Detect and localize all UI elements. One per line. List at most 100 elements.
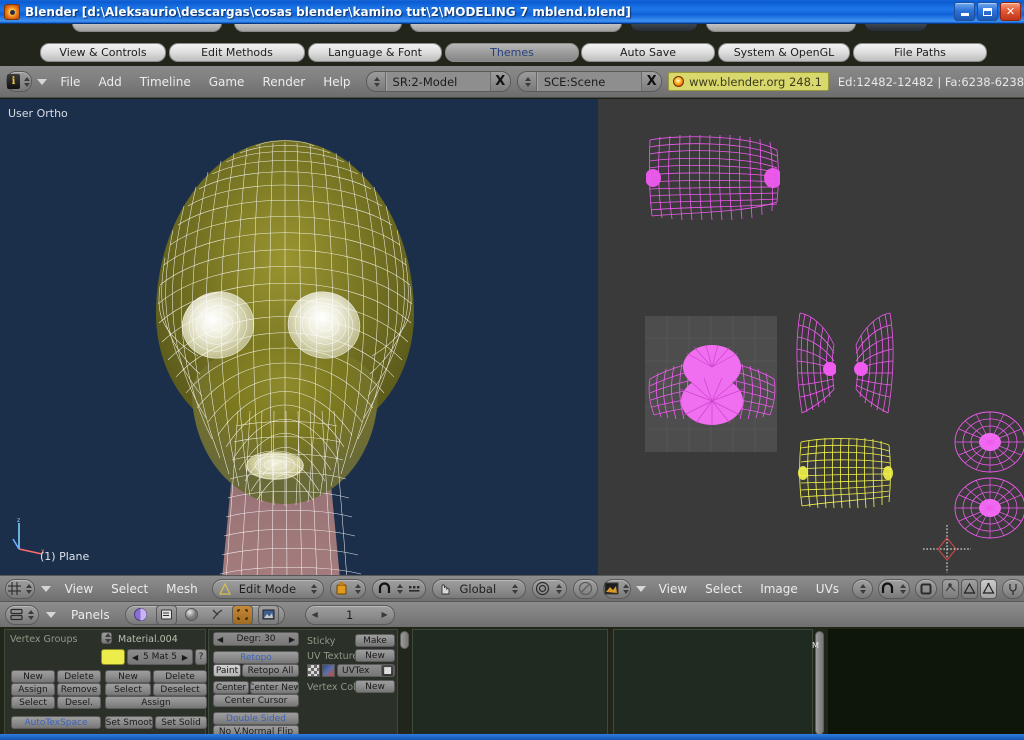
- uv-island-wing-right[interactable]: [854, 311, 896, 416]
- rotate-manipulator-icon[interactable]: [531, 578, 568, 599]
- tab-view-and-controls[interactable]: View & Controls: [40, 43, 166, 62]
- tab-auto-save[interactable]: Auto Save: [581, 43, 715, 62]
- uv-texture-new-button[interactable]: New: [355, 649, 395, 662]
- screen-selector[interactable]: SR:2-Model X: [365, 71, 511, 92]
- buttons-window-icon[interactable]: [5, 604, 39, 625]
- uv-vertex-select-icon[interactable]: [979, 578, 997, 599]
- vgroup-new-button[interactable]: New: [11, 670, 55, 683]
- uv-2d-cursor-icon[interactable]: [921, 523, 973, 575]
- set-solid-button[interactable]: Set Solid: [155, 716, 207, 729]
- uv-menu-select[interactable]: Select: [697, 578, 750, 600]
- physics-icon[interactable]: [207, 605, 228, 625]
- vertex-color-new-button[interactable]: New: [355, 680, 395, 693]
- sticky-make-button[interactable]: Make: [355, 634, 395, 647]
- uv-island-torso[interactable]: [646, 132, 780, 222]
- transform-orientation-selector[interactable]: Global: [432, 578, 526, 599]
- occlude-geometry-icon[interactable]: [573, 578, 598, 599]
- uv-menu-view[interactable]: View: [651, 578, 695, 600]
- uv-image-editor[interactable]: [598, 99, 1024, 575]
- material-icon[interactable]: [181, 605, 202, 625]
- material-help-button[interactable]: ?: [195, 649, 207, 665]
- center-button[interactable]: Center: [213, 681, 249, 694]
- tab-edit-methods[interactable]: Edit Methods: [169, 43, 305, 62]
- center-cursor-button[interactable]: Center Cursor: [213, 694, 299, 707]
- tab-language-and-font[interactable]: Language & Font: [308, 43, 442, 62]
- uv-checker-icon[interactable]: [307, 664, 320, 677]
- uv-menu-image[interactable]: Image: [752, 578, 806, 600]
- restore-button[interactable]: [977, 2, 998, 21]
- vgroup-deselect-button[interactable]: Desel.: [57, 696, 101, 709]
- material-new-button[interactable]: New: [105, 670, 151, 683]
- uv-island-wing-left[interactable]: [794, 311, 836, 416]
- scene-delete-button[interactable]: X: [641, 72, 662, 91]
- minimize-button[interactable]: [954, 2, 975, 21]
- tab-themes[interactable]: Themes: [445, 43, 579, 62]
- menu-add[interactable]: Add: [89, 71, 130, 93]
- screen-delete-button[interactable]: X: [489, 72, 510, 91]
- double-sided-toggle[interactable]: Double Sided: [213, 712, 299, 725]
- tab-file-paths[interactable]: File Paths: [853, 43, 987, 62]
- tab-system-and-opengl[interactable]: System & OpenGL: [718, 43, 850, 62]
- mode-selector[interactable]: Edit Mode: [211, 578, 325, 599]
- uv-island-head[interactable]: [646, 345, 778, 425]
- realtime-texture-icon[interactable]: [914, 578, 937, 599]
- panels-menu[interactable]: Panels: [63, 604, 118, 626]
- viewport-3d[interactable]: User Ortho z x (1) Plane: [0, 99, 598, 575]
- object-buttons-icon[interactable]: [155, 604, 177, 625]
- vgroup-select-button[interactable]: Select: [11, 696, 55, 709]
- snap-controls[interactable]: [371, 578, 427, 599]
- scene-selector[interactable]: SCE:Scene X: [516, 71, 663, 92]
- uv-image-thumb-icon[interactable]: [322, 664, 335, 677]
- material-assign-button[interactable]: Assign: [105, 696, 207, 709]
- info-window-icon[interactable]: i: [6, 71, 32, 92]
- set-smooth-button[interactable]: Set Smoot: [105, 716, 153, 729]
- 3d-view-icon[interactable]: [5, 578, 36, 599]
- editing-icon[interactable]: [232, 604, 254, 625]
- vgroup-remove-button[interactable]: Remove: [57, 683, 101, 696]
- retopo-all-button[interactable]: Retopo All: [242, 664, 299, 677]
- shading-solid-icon[interactable]: [330, 578, 366, 599]
- 3d-collapse-menus-icon[interactable]: [37, 585, 55, 592]
- material-delete-button[interactable]: Delete: [153, 670, 207, 683]
- material-index-field[interactable]: ◀ 5 Mat 5 ▶: [127, 649, 193, 665]
- panel-scroll-handle-left[interactable]: [400, 631, 409, 649]
- vgroup-assign-button[interactable]: Assign: [11, 683, 55, 696]
- collapse-menus-icon[interactable]: [32, 78, 51, 85]
- image-pin-icon[interactable]: [877, 578, 910, 599]
- menu-game[interactable]: Game: [200, 71, 254, 93]
- material-deselect-button[interactable]: Deselect: [153, 683, 207, 696]
- paint-toggle[interactable]: Paint: [213, 664, 241, 677]
- center-new-button[interactable]: Center New: [250, 681, 299, 694]
- 3d-menu-view[interactable]: View: [57, 578, 101, 600]
- image-paint-icon[interactable]: [1001, 578, 1024, 599]
- 3d-menu-select[interactable]: Select: [103, 578, 156, 600]
- degr-slider[interactable]: ◀ Degr: 30 ▶: [213, 632, 299, 646]
- shading-icon[interactable]: [130, 605, 151, 625]
- close-button[interactable]: ✕: [1000, 2, 1021, 21]
- retopo-toggle[interactable]: Retopo: [213, 651, 299, 664]
- buttons-collapse-menus-icon[interactable]: [41, 611, 61, 618]
- frame-next-button[interactable]: ▶: [381, 610, 387, 619]
- face-select-icon[interactable]: [960, 578, 978, 599]
- uv-collapse-menus-icon[interactable]: [633, 585, 649, 592]
- menu-render[interactable]: Render: [253, 71, 314, 93]
- frame-counter[interactable]: ◀ 1 ▶: [304, 604, 395, 625]
- screen-browse-icon[interactable]: [367, 72, 386, 91]
- frame-prev-button[interactable]: ◀: [312, 610, 318, 619]
- 3d-menu-mesh[interactable]: Mesh: [158, 578, 206, 600]
- uv-island-selected[interactable]: [798, 436, 894, 510]
- material-select-button[interactable]: Select: [105, 683, 151, 696]
- uv-image-editor-icon[interactable]: [603, 578, 631, 599]
- uv-menu-uvs[interactable]: UVs: [808, 578, 847, 600]
- menu-file[interactable]: File: [51, 71, 89, 93]
- uv-layer-delete-icon[interactable]: ■: [381, 664, 394, 677]
- autotexspace-toggle[interactable]: AutoTexSpace: [11, 716, 101, 729]
- material-browse-icon[interactable]: [101, 632, 112, 644]
- uv-snap-icon[interactable]: [941, 578, 959, 599]
- browse-image-icon[interactable]: [852, 578, 873, 599]
- scene-browse-icon[interactable]: [518, 72, 537, 91]
- menu-help[interactable]: Help: [314, 71, 359, 93]
- vgroup-delete-button[interactable]: Delete: [57, 670, 101, 683]
- uv-island-disc-top[interactable]: [954, 411, 1024, 473]
- menu-timeline[interactable]: Timeline: [131, 71, 200, 93]
